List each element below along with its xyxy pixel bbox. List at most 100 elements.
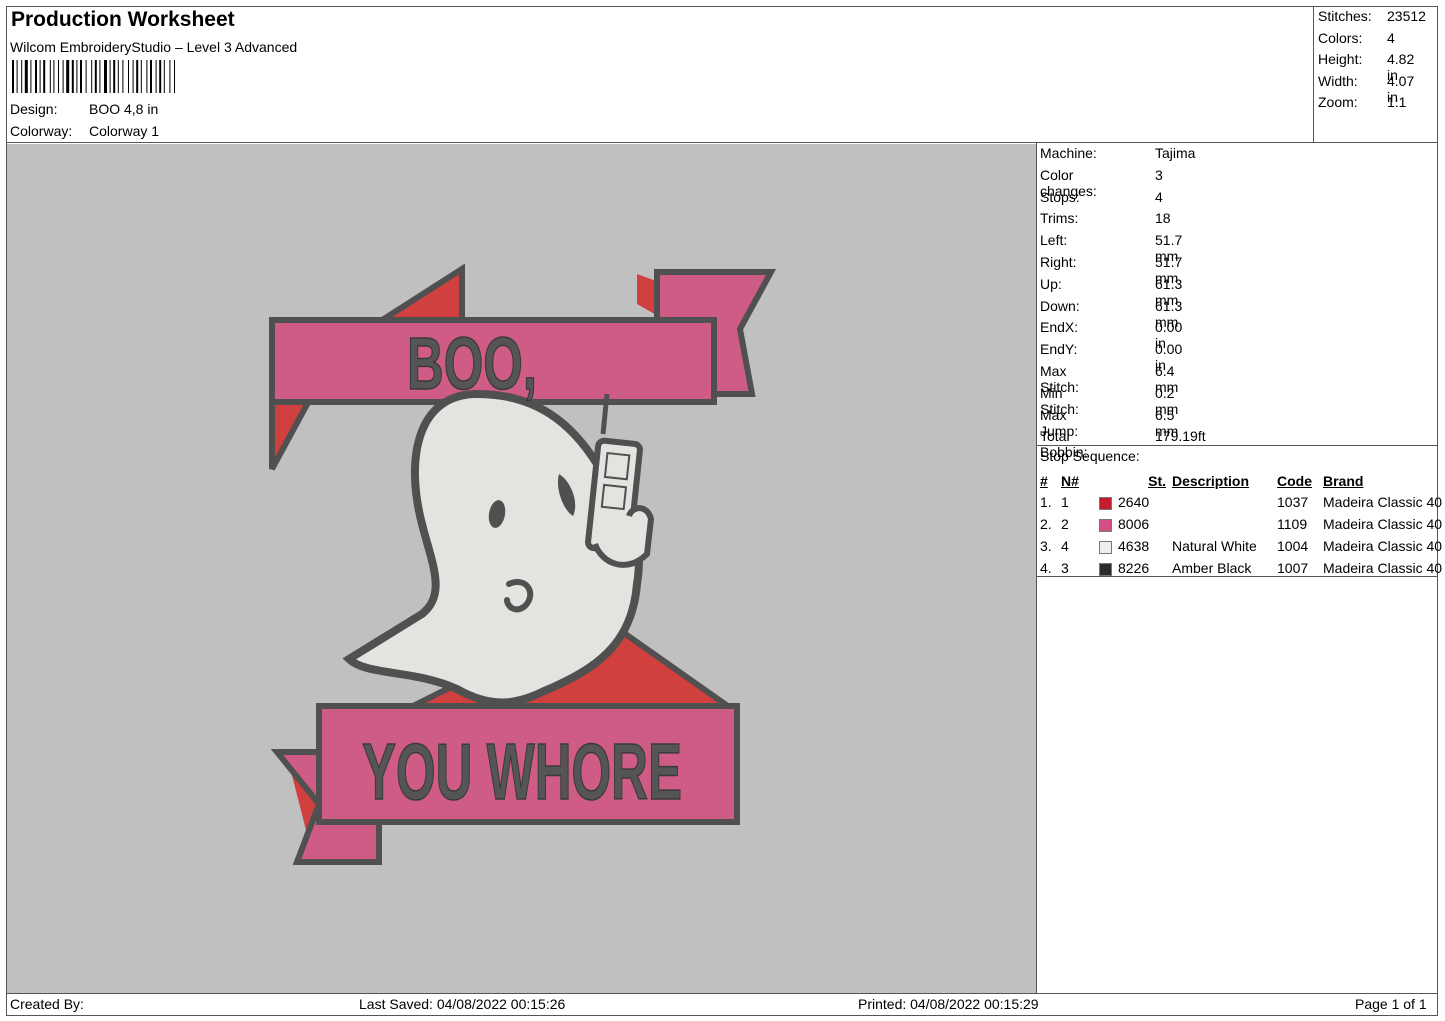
barcode-bar: [12, 60, 14, 93]
barcode-bar: [136, 60, 139, 93]
barcode-bar: [35, 60, 37, 93]
barcode-bar: [159, 60, 162, 93]
stop-index: 4.: [1040, 560, 1052, 576]
barcode-bar: [117, 60, 119, 93]
col-description: Description: [1172, 472, 1250, 489]
canvas-divider: [1036, 142, 1037, 994]
barcode-bar: [94, 60, 97, 93]
stop-needle: 4: [1061, 538, 1069, 554]
property-label: EndY:: [1040, 341, 1078, 358]
stop-stitch-cell: 2640: [1099, 491, 1172, 513]
property-label: Trims:: [1040, 210, 1079, 227]
barcode-bar: [39, 60, 41, 93]
property-value: 4: [1155, 188, 1163, 205]
stop-needle: 1: [1061, 494, 1069, 510]
footer-created-by: Created By:: [10, 996, 84, 1012]
footer-last-saved: Last Saved: 04/08/2022 00:15:26: [359, 996, 566, 1012]
stop-stitches: 8006: [1118, 516, 1150, 532]
stop-description: [1172, 513, 1277, 535]
barcode-bar: [91, 60, 93, 93]
embroidery-design: BOO, YOU WHORE: [269, 263, 777, 865]
stop-needle: 2: [1061, 516, 1069, 532]
bottom-ribbon-text: YOU WHORE: [362, 727, 682, 816]
design-label: Design:: [10, 101, 58, 117]
barcode-bar: [146, 60, 148, 93]
colorway-label: Colorway:: [10, 123, 73, 139]
stop-stitches: 8226: [1118, 560, 1150, 576]
color-swatch: [1099, 496, 1112, 510]
stop-sequence-title: Stop Sequence:: [1040, 448, 1140, 464]
barcode-bar: [62, 60, 64, 93]
stop-stitch-cell: 4638: [1099, 535, 1172, 557]
width-label: Width:: [1318, 72, 1358, 89]
page-title: Production Worksheet: [11, 8, 235, 31]
barcode-bar: [80, 60, 82, 93]
stop-row: 2. 2 8006 1109 Madeira Classic 40: [1040, 513, 1442, 535]
col-stitches: St.: [1148, 472, 1166, 489]
zoom-label: Zoom:: [1318, 94, 1358, 111]
stop-index: 2.: [1040, 516, 1052, 532]
property-label: Machine:: [1040, 145, 1097, 161]
barcode-bar: [53, 60, 55, 93]
stop-stitches: 4638: [1118, 538, 1150, 554]
property-label: Stops:: [1040, 188, 1080, 205]
color-swatch: [1099, 518, 1112, 532]
barcode-bar: [30, 60, 32, 93]
barcode-bar: [128, 60, 129, 93]
col-code: Code: [1277, 472, 1312, 489]
barcode-bar: [122, 60, 124, 93]
stop-stitches: 2640: [1118, 494, 1150, 510]
color-swatch: [1099, 540, 1112, 554]
property-label: Down:: [1040, 297, 1080, 314]
property-value: 179.19ft: [1155, 428, 1206, 445]
footer-printed: Printed: 04/08/2022 00:15:29: [858, 996, 1039, 1012]
stop-stitch-cell: 8006: [1099, 513, 1172, 535]
color-swatch: [1099, 562, 1112, 576]
height-label: Height:: [1318, 51, 1363, 68]
stitches-label: Stitches:: [1318, 8, 1372, 24]
barcode-bar: [104, 60, 107, 93]
zoom-value: 1:1: [1387, 94, 1407, 111]
stop-brand: Madeira Classic 40: [1323, 538, 1443, 554]
barcode-bar: [99, 60, 101, 93]
header-summary-divider: [1313, 6, 1314, 143]
col-index: #: [1040, 472, 1048, 489]
barcode-bar: [85, 60, 87, 93]
stop-code: 1037: [1277, 494, 1309, 510]
stop-description: [1172, 491, 1277, 513]
barcode-bar: [24, 60, 28, 93]
header-divider: [6, 142, 1438, 143]
barcode-bar: [150, 60, 152, 93]
stop-row: 4. 3 8226 Amber Black 1007 Madeira Classic 40: [1040, 557, 1442, 579]
barcode: [12, 60, 175, 93]
barcode-bar: [109, 60, 111, 93]
barcode-bar: [58, 60, 59, 93]
barcode-bar: [169, 60, 171, 93]
stop-needle: 3: [1061, 560, 1069, 576]
property-value: 18: [1155, 210, 1171, 227]
barcode-bar: [140, 60, 142, 93]
stitches-value: 23512: [1387, 8, 1426, 24]
footer-page: Page 1 of 1: [1355, 996, 1427, 1012]
stop-stitch-cell: 8226: [1099, 557, 1172, 579]
stop-index: 3.: [1040, 538, 1052, 554]
colors-value: 4: [1387, 29, 1395, 46]
stop-description: Natural White: [1172, 538, 1257, 554]
property-value: 3: [1155, 166, 1163, 183]
barcode-bar: [76, 60, 78, 93]
stop-description: Amber Black: [1172, 560, 1252, 576]
col-brand: Brand: [1323, 472, 1364, 489]
stop-row: 3. 4 4638 Natural White 1004 Madeira Classic …: [1040, 535, 1442, 557]
property-value: Tajima: [1155, 145, 1196, 161]
stop-code: 1007: [1277, 560, 1309, 576]
barcode-bar: [132, 60, 134, 93]
design-preview: BOO, YOU WHORE: [7, 144, 1036, 993]
barcode-bar: [155, 60, 157, 93]
top-ribbon-text: BOO,: [407, 322, 537, 405]
props-divider: [1036, 445, 1438, 446]
software-name: Wilcom EmbroideryStudio – Level 3 Advanc…: [10, 39, 298, 55]
barcode-bar: [163, 60, 165, 93]
stop-code: 1004: [1277, 538, 1309, 554]
barcode-bar: [66, 60, 70, 93]
colors-label: Colors:: [1318, 29, 1363, 46]
